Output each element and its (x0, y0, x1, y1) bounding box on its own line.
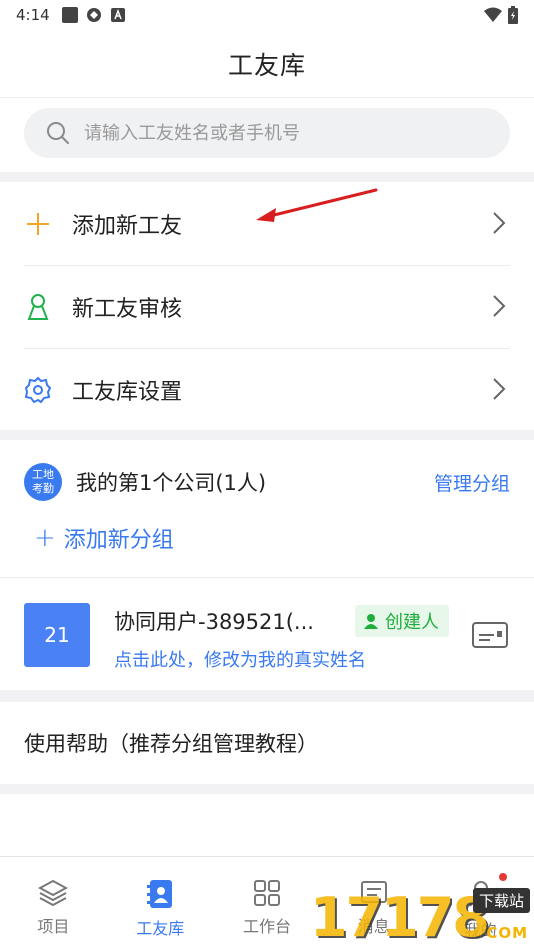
tab-label: 工作台 (242, 917, 291, 936)
status-right (484, 6, 518, 24)
creator-badge: 创建人 (355, 605, 449, 637)
plus-icon: + (34, 523, 56, 553)
tab-label: 工友库 (136, 919, 185, 938)
app-a-icon (110, 8, 125, 22)
search-input[interactable] (84, 122, 464, 144)
section-gap (0, 690, 534, 702)
help-label: 使用帮助（推荐分组管理教程） (24, 732, 318, 756)
search-icon (47, 122, 69, 144)
menu-label: 添加新工友 (72, 213, 183, 239)
person-icon (24, 293, 52, 321)
menu-item-settings[interactable]: 工友库设置 (0, 348, 534, 431)
contacts-book-icon (147, 880, 173, 908)
sync-icon (86, 8, 101, 22)
site-attendance-badge: 工地 考勤 (24, 463, 62, 501)
wifi-icon (484, 7, 502, 22)
id-card-icon[interactable] (472, 622, 508, 648)
edit-name-link[interactable]: 点击此处，修改为我的真实姓名 (114, 646, 366, 672)
tab-workbench[interactable]: 工作台 (214, 857, 321, 950)
app-screen: 4:14 工友库 添加新工友 (0, 0, 534, 950)
role-label: 创建人 (385, 612, 439, 633)
grid-icon (253, 880, 280, 906)
site-watermark: 17178 下载站 COM (310, 880, 534, 950)
status-bar: 4:14 (0, 0, 534, 30)
tab-label: 项目 (37, 917, 70, 936)
user-name: 协同用户-389521(... (114, 610, 314, 634)
gear-icon (24, 376, 52, 404)
company-section: 工地 考勤 我的第1个公司(1人) 管理分组 + 添加新分组 (0, 440, 534, 577)
page-title: 工友库 (227, 50, 306, 80)
notification-icon (61, 7, 78, 23)
tab-workers[interactable]: 工友库 (107, 857, 214, 950)
manage-groups-link[interactable]: 管理分组 (434, 469, 510, 496)
help-item[interactable]: 使用帮助（推荐分组管理教程） (0, 702, 534, 784)
annotation-arrow-icon (256, 188, 378, 222)
section-gap (0, 172, 534, 182)
avatar: 21 (24, 603, 90, 667)
chevron-right-icon (493, 295, 506, 317)
layers-icon (38, 879, 69, 907)
section-gap (0, 784, 534, 794)
user-row[interactable]: 21 协同用户-389521(... 创建人 点击此处，修改为我的真实姓名 (0, 577, 534, 690)
chevron-right-icon (493, 378, 506, 400)
badge-line: 工地 (32, 468, 54, 481)
menu-label: 工友库设置 (72, 379, 183, 405)
menu-item-review-worker[interactable]: 新工友审核 (0, 265, 534, 348)
company-name: 我的第1个公司(1人) (76, 471, 267, 495)
watermark-chip: 下载站 (472, 888, 530, 913)
title-bar: 工友库 (0, 30, 534, 98)
battery-icon (508, 6, 518, 24)
badge-line: 考勤 (32, 482, 54, 495)
section-gap (0, 430, 534, 440)
watermark-number: 17178 (310, 886, 490, 949)
add-group-button[interactable]: + 添加新分组 (34, 522, 174, 554)
add-group-label: 添加新分组 (63, 528, 174, 553)
tab-projects[interactable]: 项目 (0, 857, 107, 950)
person-icon (364, 614, 378, 629)
menu-label: 新工友审核 (72, 296, 183, 322)
company-header: 工地 考勤 我的第1个公司(1人) 管理分组 (24, 462, 510, 502)
plus-icon (24, 210, 52, 238)
search-section (0, 98, 534, 174)
status-time: 4:14 (16, 6, 50, 24)
search-box[interactable] (24, 108, 510, 158)
watermark-domain: COM (486, 924, 528, 942)
chevron-right-icon (493, 212, 506, 234)
